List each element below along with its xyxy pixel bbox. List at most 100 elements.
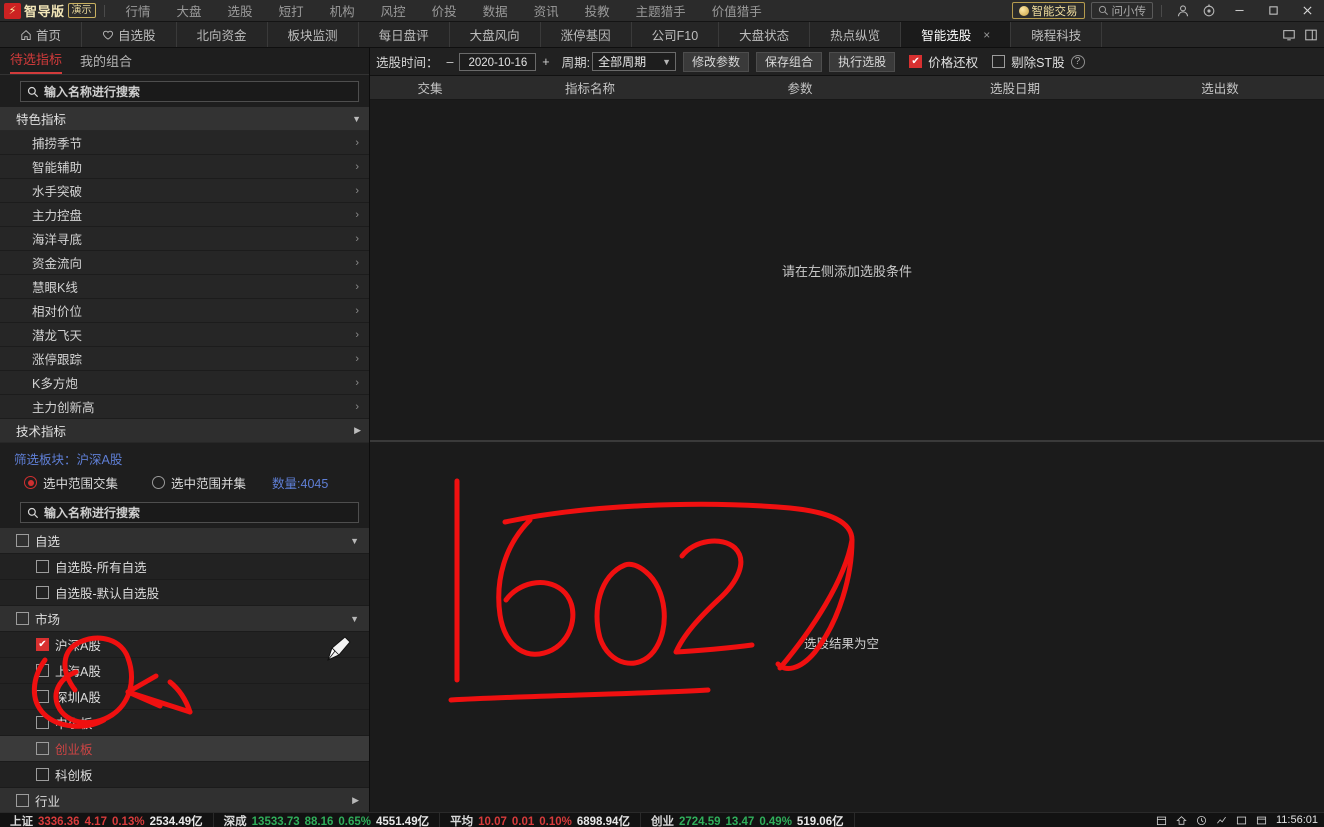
index-cell-2[interactable]: 平均 10.07 0.01 0.10% 6898.94亿: [440, 813, 641, 827]
tab-market-trend[interactable]: 大盘风向: [450, 22, 541, 47]
calendar-icon[interactable]: [1156, 815, 1167, 826]
group-header-featured[interactable]: 特色指标 ▼: [0, 107, 369, 131]
indicator-item-0[interactable]: 捕捞季节 ›: [0, 131, 369, 155]
board-search-input[interactable]: 输入名称进行搜索: [20, 502, 359, 523]
menu-item-9[interactable]: 投教: [572, 1, 623, 20]
pick-date-input[interactable]: 2020-10-16: [459, 52, 537, 71]
ask-search-box[interactable]: 问小传: [1090, 2, 1153, 19]
tree-row-shenzhen-a-shares[interactable]: 深圳A股: [0, 684, 369, 710]
checkbox-hs-a-shares[interactable]: [36, 638, 49, 651]
period-select[interactable]: 全部周期 ▼: [592, 52, 677, 71]
tab-home[interactable]: 首页: [0, 22, 83, 47]
menu-item-4[interactable]: 机构: [317, 1, 368, 20]
tree-row-chinext-board[interactable]: 创业板: [0, 736, 369, 762]
lp-tab-my-combination[interactable]: 我的组合: [80, 51, 132, 74]
tab-market-status[interactable]: 大盘状态: [719, 22, 811, 47]
maximize-icon[interactable]: [1256, 0, 1290, 22]
indicator-item-3[interactable]: 主力控盘 ›: [0, 203, 369, 227]
indicator-item-1[interactable]: 智能辅助 ›: [0, 155, 369, 179]
checkbox-default-watchlist[interactable]: [36, 586, 49, 599]
tree-row-star-board[interactable]: 科创板: [0, 762, 369, 788]
menu-item-11[interactable]: 价值猎手: [699, 1, 775, 20]
checkbox-all-watchlist[interactable]: [36, 560, 49, 573]
checkbox-star-board[interactable]: [36, 768, 49, 781]
index-cell-1[interactable]: 深成 13533.73 88.16 0.65% 4551.49亿: [214, 813, 441, 827]
indicator-item-2[interactable]: 水手突破 ›: [0, 179, 369, 203]
tree-row-market-group[interactable]: 市场 ▼: [0, 606, 369, 632]
checkbox-sme-board[interactable]: [36, 716, 49, 729]
tree-row-sme-board[interactable]: 中小板: [0, 710, 369, 736]
save-combination-button[interactable]: 保存组合: [756, 51, 823, 72]
monitor-icon[interactable]: [1282, 28, 1296, 42]
home-icon[interactable]: [1176, 815, 1187, 826]
indicator-search-input[interactable]: 输入名称进行搜索: [20, 81, 359, 102]
radio-intersect[interactable]: [24, 476, 37, 489]
tree-row-industry-group[interactable]: 行业 ▶: [0, 788, 369, 814]
menu-item-5[interactable]: 风控: [368, 1, 419, 20]
tab-watchlist[interactable]: 自选股: [82, 22, 177, 47]
checkbox-industry-group[interactable]: [16, 794, 29, 807]
chart-icon[interactable]: [1216, 815, 1227, 826]
index-cell-0[interactable]: 上证 3336.36 4.17 0.13% 2534.49亿: [0, 813, 214, 827]
group-header-technical[interactable]: 技术指标 ▶: [0, 419, 369, 443]
indicator-item-8[interactable]: 潜龙飞天 ›: [0, 323, 369, 347]
checkbox-exclude-st[interactable]: [992, 55, 1006, 68]
tab-close-icon[interactable]: ×: [983, 28, 990, 42]
clock-icon[interactable]: [1196, 815, 1207, 826]
tree-row-default-watchlist[interactable]: 自选股-默认自选股: [0, 580, 369, 606]
indicator-item-7[interactable]: 相对价位 ›: [0, 299, 369, 323]
menu-item-1[interactable]: 大盘: [164, 1, 215, 20]
col-header-params[interactable]: 参数: [690, 78, 910, 97]
execute-pick-button[interactable]: 执行选股: [829, 51, 896, 72]
exclude-st-checkbox-item[interactable]: 剔除ST股: [992, 52, 1065, 71]
menu-item-3[interactable]: 短打: [266, 1, 317, 20]
menu-item-2[interactable]: 选股: [215, 1, 266, 20]
tab-hotspot[interactable]: 热点纵览: [810, 22, 902, 47]
tab-company-f10[interactable]: 公司F10: [632, 22, 720, 47]
tab-northbound[interactable]: 北向资金: [177, 22, 268, 47]
checkbox-price-adjust[interactable]: [909, 55, 923, 68]
close-icon[interactable]: [1290, 0, 1324, 22]
modify-params-button[interactable]: 修改参数: [683, 51, 750, 72]
menu-item-6[interactable]: 价投: [419, 1, 470, 20]
menu-item-0[interactable]: 行情: [113, 1, 164, 20]
indicator-item-11[interactable]: 主力创新高 ›: [0, 395, 369, 419]
menu-item-7[interactable]: 数据: [470, 1, 521, 20]
checkbox-shanghai-a-shares[interactable]: [36, 664, 49, 677]
indicator-item-6[interactable]: 慧眼K线 ›: [0, 275, 369, 299]
lp-tab-pending-indicators[interactable]: 待选指标: [10, 49, 63, 74]
indicator-item-9[interactable]: 涨停跟踪 ›: [0, 347, 369, 371]
col-header-intersect[interactable]: 交集: [370, 78, 490, 97]
checkbox-chinext-board[interactable]: [36, 742, 49, 755]
checkbox-market-group[interactable]: [16, 612, 29, 625]
tab-xiaocheng-tech[interactable]: 晓程科技: [1011, 22, 1103, 47]
panel-icon[interactable]: [1256, 815, 1267, 826]
tab-smart-stock-picker[interactable]: 智能选股 ×: [901, 22, 1012, 47]
split-screen-icon[interactable]: [1304, 28, 1318, 42]
tab-limitup-gene[interactable]: 涨停基因: [541, 22, 632, 47]
checkbox-shenzhen-a-shares[interactable]: [36, 690, 49, 703]
col-header-pick-count[interactable]: 选出数: [1120, 78, 1320, 97]
date-decrement-button[interactable]: –: [441, 55, 460, 69]
smart-trade-button[interactable]: 智能交易: [1011, 2, 1085, 19]
tree-row-hs-a-shares[interactable]: 沪深A股: [0, 632, 369, 658]
index-cell-3[interactable]: 创业 2724.59 13.47 0.49% 519.06亿: [641, 813, 855, 827]
col-header-pick-date[interactable]: 选股日期: [910, 78, 1120, 97]
indicator-item-4[interactable]: 海洋寻底 ›: [0, 227, 369, 251]
date-increment-button[interactable]: +: [536, 55, 555, 69]
tab-daily-review[interactable]: 每日盘评: [359, 22, 450, 47]
tree-row-watchlist-group[interactable]: 自选 ▼: [0, 528, 369, 554]
indicator-item-5[interactable]: 资金流向 ›: [0, 251, 369, 275]
indicator-item-10[interactable]: K多方炮 ›: [0, 371, 369, 395]
checkbox-watchlist-group[interactable]: [16, 534, 29, 547]
tab-sector-monitor[interactable]: 板块监测: [268, 22, 359, 47]
gear-icon[interactable]: [1196, 0, 1222, 22]
minimize-icon[interactable]: [1222, 0, 1256, 22]
menu-item-10[interactable]: 主题猎手: [623, 1, 699, 20]
menu-item-8[interactable]: 资讯: [521, 1, 572, 20]
window-icon[interactable]: [1236, 815, 1247, 826]
question-mark-icon[interactable]: ?: [1070, 54, 1085, 69]
user-icon[interactable]: [1170, 0, 1196, 22]
col-header-indicator-name[interactable]: 指标名称: [490, 78, 690, 97]
price-adjust-checkbox-item[interactable]: 价格还权: [909, 52, 978, 71]
